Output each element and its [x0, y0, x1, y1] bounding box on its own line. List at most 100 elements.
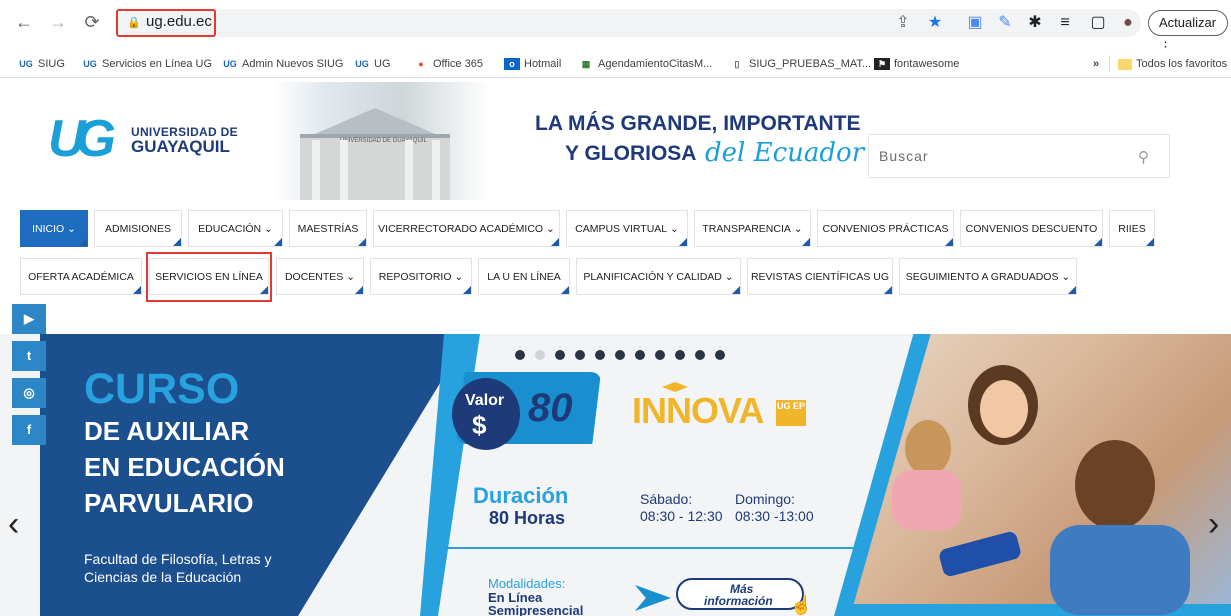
update-label: Actualizar [1159, 15, 1217, 30]
outlook-icon: o [504, 58, 520, 70]
menu-item-vicerrectorado[interactable]: VICERRECTORADO ACADÉMICO ⌄ [373, 210, 560, 247]
bookmark-office[interactable]: ● Office 365 [413, 55, 483, 73]
bookmark-label: Servicios en Línea UG [102, 58, 213, 70]
more-info-label2[interactable]: información [704, 594, 773, 608]
update-button[interactable]: Actualizar ⋮ [1148, 10, 1228, 54]
building-column [312, 140, 320, 200]
more-bookmarks-button[interactable]: » [1093, 55, 1099, 73]
translate-extension-icon[interactable]: ▣ [965, 13, 985, 33]
slide-dot[interactable] [635, 350, 645, 360]
ug-logo-mark[interactable]: UG [48, 113, 116, 165]
banner-line1: DE AUXILIAR [84, 416, 250, 446]
ug-icon: UG [19, 59, 33, 69]
menu-item-maestrias[interactable]: MAESTRÍAS [289, 210, 367, 247]
child-head [1075, 440, 1155, 530]
menu-item-planificacion[interactable]: PLANIFICACIÓN Y CALIDAD ⌄ [576, 258, 741, 295]
building-column [432, 140, 440, 200]
banner-faculty2: Ciencias de la Educación [84, 569, 242, 585]
price-label: Valor [465, 392, 505, 409]
menu-label: ADMISIONES [105, 222, 171, 235]
menu-item-riies[interactable]: RIIES [1109, 210, 1155, 247]
menu-item-oferta-academica[interactable]: OFERTA ACADÉMICA [20, 258, 142, 295]
servicios-highlight-box [146, 252, 272, 302]
slide-dot-active[interactable] [535, 350, 545, 360]
menu-label: OFERTA ACADÉMICA [28, 270, 134, 283]
menu-item-repositorio[interactable]: REPOSITORIO ⌄ [370, 258, 472, 295]
menu-item-docentes[interactable]: DOCENTES ⌄ [276, 258, 364, 295]
bookmark-hotmail[interactable]: o Hotmail [504, 55, 561, 73]
menu-label: TRANSPARENCIA [702, 222, 791, 235]
building-column [340, 140, 348, 200]
slogan-script: del Ecuador [705, 138, 865, 168]
bookmark-admin[interactable]: UG Admin Nuevos SIUG [222, 55, 343, 73]
forward-icon[interactable]: → [46, 10, 70, 34]
teacher-face [980, 380, 1028, 438]
menu-label: SEGUIMIENTO A GRADUADOS [905, 270, 1059, 283]
search-icon[interactable]: ⚲ [1138, 148, 1154, 166]
page-icon: ▯ [734, 59, 740, 69]
youtube-icon[interactable]: ▶ [12, 304, 46, 334]
menu-item-inicio[interactable]: INICIO ⌄ [20, 210, 88, 247]
bookmark-siug-pruebas[interactable]: ▯ SIUG_PRUEBAS_MAT... [729, 55, 872, 73]
logo-line2[interactable]: GUAYAQUIL [131, 137, 230, 157]
banner-divider-dot [432, 543, 442, 553]
modality-semipresencial: Semipresencial [488, 603, 584, 616]
building-column [405, 140, 413, 200]
slide-dot[interactable] [675, 350, 685, 360]
ug-icon: UG [223, 59, 237, 69]
sunday-label: Domingo: [735, 491, 795, 507]
back-icon[interactable]: ← [12, 10, 36, 34]
menu-item-seguimiento[interactable]: SEGUIMIENTO A GRADUADOS ⌄ [899, 258, 1077, 295]
menu-item-campus-virtual[interactable]: CAMPUS VIRTUAL ⌄ [566, 210, 688, 247]
pen-extension-icon[interactable]: ✎ [995, 13, 1015, 33]
slide-dot[interactable] [555, 350, 565, 360]
menu-item-revistas[interactable]: REVISTAS CIENTÍFICAS UG [747, 258, 893, 295]
menu-item-transparencia[interactable]: TRANSPARENCIA ⌄ [694, 210, 811, 247]
side-panel-icon[interactable]: ▢ [1088, 13, 1108, 33]
menu-item-la-u-en-linea[interactable]: LA U EN LÍNEA [478, 258, 570, 295]
avatar[interactable]: ● [1118, 13, 1138, 33]
slide-dot[interactable] [515, 350, 525, 360]
slide-dot[interactable] [615, 350, 625, 360]
facebook-icon[interactable]: f [12, 415, 46, 445]
slide-dot[interactable] [695, 350, 705, 360]
bookmark-agendamiento[interactable]: ▦ AgendamientoCitasM... [578, 55, 713, 73]
reading-list-icon[interactable]: ≡ [1055, 13, 1075, 33]
extensions-icon[interactable]: ✱ [1025, 13, 1045, 33]
bookmark-divider [1109, 56, 1110, 72]
bookmark-siug[interactable]: UG SIUG [18, 55, 65, 73]
instagram-icon[interactable]: ◎ [12, 378, 46, 408]
star-icon[interactable]: ★ [925, 13, 945, 33]
menu-label: CAMPUS VIRTUAL [575, 222, 668, 235]
slide-dot[interactable] [575, 350, 585, 360]
slide-dot[interactable] [595, 350, 605, 360]
search-placeholder[interactable]: Buscar [879, 148, 929, 164]
menu-item-convenios-descuento[interactable]: CONVENIOS DESCUENTO [960, 210, 1103, 247]
address-bar[interactable] [116, 9, 1141, 37]
menu-label: REVISTAS CIENTÍFICAS UG [750, 270, 890, 283]
share-icon[interactable]: ⇪ [893, 13, 913, 33]
banner-title: CURSO [84, 365, 240, 413]
bookmark-label: Hotmail [524, 58, 562, 70]
banner-line2: EN EDUCACIÓN [84, 452, 285, 482]
price-value: 80 [528, 386, 573, 430]
menu-item-admisiones[interactable]: ADMISIONES [94, 210, 182, 247]
innova-logo: INNOVA [632, 390, 764, 431]
office-icon: ● [418, 59, 424, 69]
bookmark-label: SIUG_PRUEBAS_MAT... [749, 58, 872, 70]
slide-dot[interactable] [715, 350, 725, 360]
bookmark-ug[interactable]: UG UG [354, 55, 390, 73]
reload-icon[interactable]: ⟳ [80, 10, 104, 34]
twitter-icon[interactable]: t [12, 341, 46, 371]
carousel-next-icon[interactable]: › [1208, 505, 1219, 544]
building-sign: UNIVERSIDAD DE GUAYAQUIL [340, 138, 427, 144]
menu-item-educacion[interactable]: EDUCACIÓN ⌄ [188, 210, 283, 247]
all-bookmarks-folder[interactable]: Todos los favoritos [1118, 55, 1227, 73]
menu-label: CONVENIOS DESCUENTO [965, 222, 1098, 235]
slide-dot[interactable] [655, 350, 665, 360]
bookmark-servicios[interactable]: UG Servicios en Línea UG [82, 55, 212, 73]
carousel-prev-icon[interactable]: ‹ [8, 505, 19, 544]
menu-item-convenios-practicas[interactable]: CONVENIOS PRÁCTICAS [817, 210, 954, 247]
menu-label: EDUCACIÓN [198, 222, 262, 235]
bookmark-fontawesome[interactable]: ⚑ fontawesome [874, 55, 959, 73]
